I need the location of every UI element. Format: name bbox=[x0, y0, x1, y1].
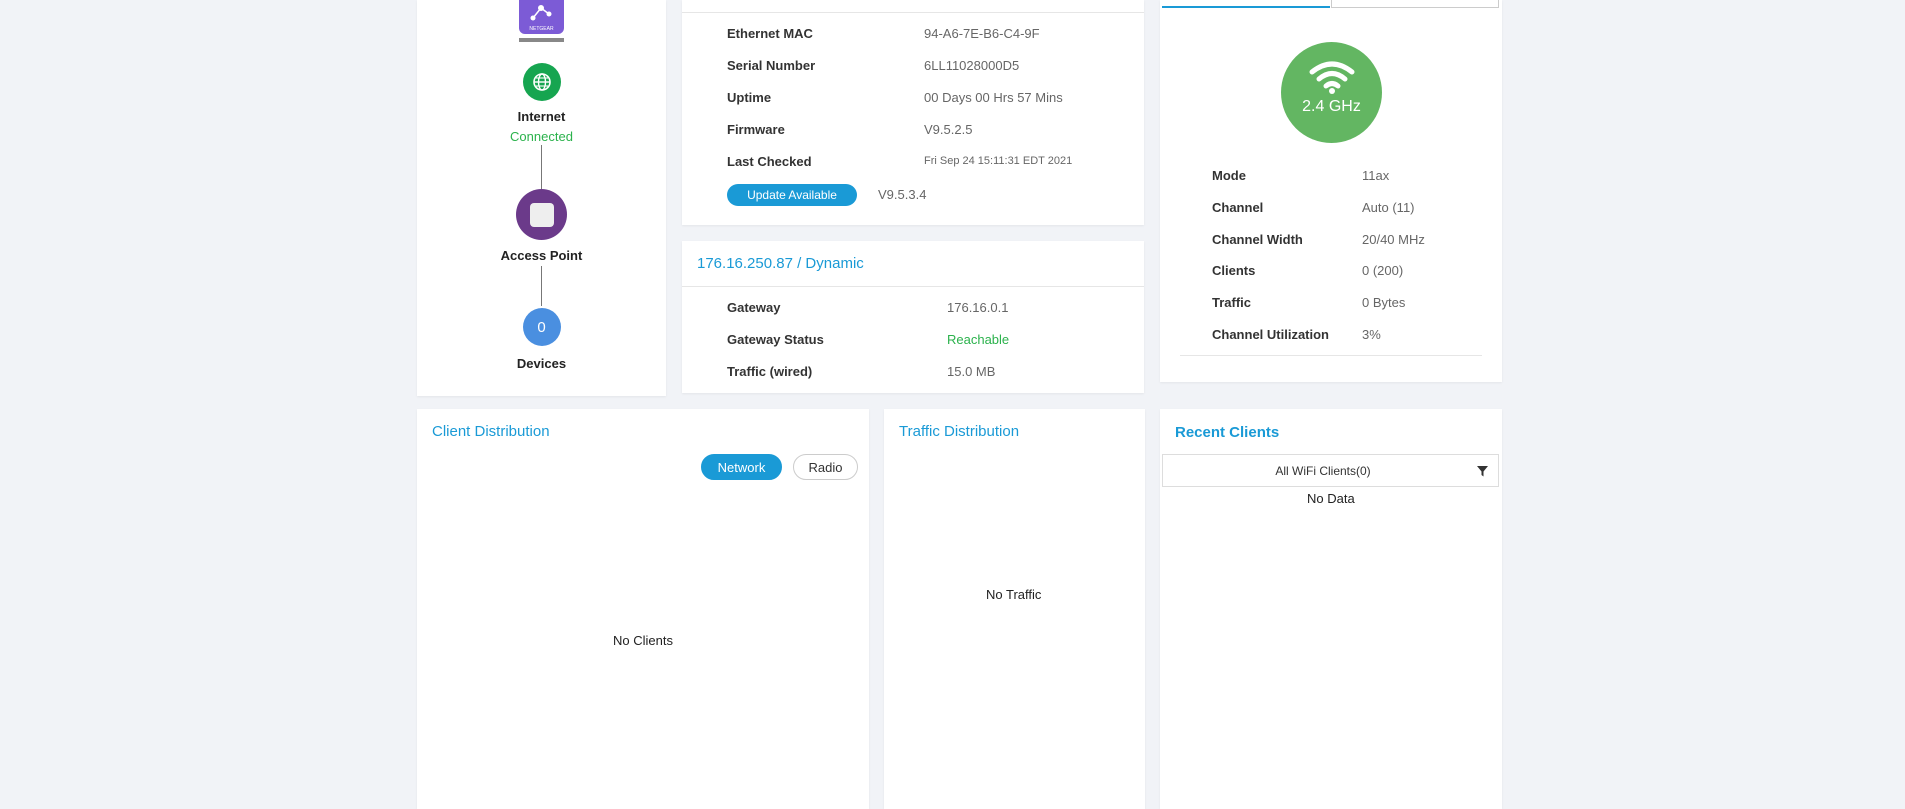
no-clients-message: No Clients bbox=[613, 633, 673, 648]
no-data-message: No Data bbox=[1307, 491, 1355, 506]
info-value: 176.16.0.1 bbox=[947, 300, 1009, 315]
network-toggle-button[interactable]: Network bbox=[701, 454, 782, 480]
info-value: 15.0 MB bbox=[947, 364, 996, 379]
info-value: 00 Days 00 Hrs 57 Mins bbox=[924, 90, 1063, 105]
info-value: 94-A6-7E-B6-C4-9F bbox=[924, 26, 1040, 41]
info-value: 6LL11028000D5 bbox=[924, 58, 1020, 73]
info-key: Ethernet MAC bbox=[727, 26, 813, 41]
client-filter-label: All WiFi Clients(0) bbox=[1275, 464, 1371, 478]
info-key: Uptime bbox=[727, 90, 772, 105]
recent-clients-title: Recent Clients bbox=[1175, 424, 1280, 441]
internet-label: Internet bbox=[517, 109, 566, 124]
radio-key: Channel Width bbox=[1212, 232, 1303, 247]
info-value: Fri Sep 24 15:11:31 EDT 2021 bbox=[924, 155, 1073, 167]
filter-icon[interactable] bbox=[1477, 466, 1488, 477]
radio-key: Channel Utilization bbox=[1212, 327, 1329, 342]
router-base bbox=[519, 38, 564, 42]
router-brand: NETGEAR bbox=[529, 26, 554, 32]
radio-value: 3% bbox=[1362, 327, 1381, 342]
radio-value: Auto (11) bbox=[1362, 200, 1415, 215]
wifi-band-badge: 2.4 GHz bbox=[1281, 42, 1382, 143]
devices-count: 0 bbox=[537, 318, 546, 336]
devices-node[interactable]: 0 Devices bbox=[417, 308, 666, 371]
access-point-label: Access Point bbox=[500, 248, 583, 263]
wifi-icon bbox=[1309, 61, 1355, 94]
internet-status: Connected bbox=[510, 129, 573, 144]
radio-key: Channel bbox=[1212, 200, 1264, 215]
connector-line bbox=[541, 145, 542, 190]
radio-card: 2.4 GHz Mode 11ax Channel Auto (11) Chan… bbox=[1160, 0, 1502, 382]
client-distribution-title: Client Distribution bbox=[432, 423, 550, 440]
topology-card: NETGEAR Internet Connected Access Point … bbox=[417, 0, 666, 396]
traffic-distribution-title: Traffic Distribution bbox=[899, 423, 1020, 440]
gateway-status-value: Reachable bbox=[947, 332, 1010, 347]
connector-line bbox=[541, 266, 542, 306]
recent-clients-card: Recent Clients All WiFi Clients(0) No Da… bbox=[1160, 409, 1502, 809]
wifi-band-label: 2.4 GHz bbox=[1302, 98, 1361, 115]
info-key: Firmware bbox=[727, 122, 785, 137]
devices-label: Devices bbox=[516, 356, 567, 371]
radio-key: Clients bbox=[1212, 263, 1256, 278]
tab-5ghz[interactable] bbox=[1331, 0, 1499, 8]
radio-value: 11ax bbox=[1362, 168, 1390, 183]
info-value: V9.5.2.5 bbox=[924, 122, 973, 137]
device-info-card: Ethernet MAC 94-A6-7E-B6-C4-9F Serial Nu… bbox=[682, 0, 1144, 225]
router-icon[interactable]: NETGEAR bbox=[519, 0, 564, 34]
client-distribution-card: Client Distribution Network Radio No Cli… bbox=[417, 409, 869, 809]
globe-icon bbox=[522, 63, 561, 101]
radio-value: 20/40 MHz bbox=[1362, 232, 1425, 247]
radio-value: 0 (200) bbox=[1362, 263, 1404, 278]
info-key: Traffic (wired) bbox=[727, 364, 813, 379]
radio-toggle-button[interactable]: Radio bbox=[793, 454, 858, 480]
tab-2-4ghz[interactable] bbox=[1162, 0, 1330, 8]
access-point-icon bbox=[516, 189, 567, 240]
access-point-node[interactable]: Access Point bbox=[417, 189, 666, 263]
info-key: Gateway Status bbox=[727, 332, 824, 347]
radio-value: 0 Bytes bbox=[1362, 295, 1406, 310]
no-traffic-message: No Traffic bbox=[986, 587, 1042, 602]
ip-info-card: 176.16.250.87 / Dynamic Gateway 176.16.0… bbox=[682, 241, 1144, 393]
info-key: Serial Number bbox=[727, 58, 816, 73]
radio-key: Traffic bbox=[1212, 295, 1252, 310]
traffic-distribution-card: Traffic Distribution No Traffic bbox=[884, 409, 1145, 809]
client-filter-dropdown[interactable]: All WiFi Clients(0) bbox=[1162, 454, 1499, 487]
devices-count-badge: 0 bbox=[522, 308, 561, 346]
update-version: V9.5.3.4 bbox=[878, 187, 927, 202]
radio-key: Mode bbox=[1212, 168, 1246, 183]
ip-title: 176.16.250.87 / Dynamic bbox=[697, 255, 864, 272]
update-available-button[interactable]: Update Available bbox=[727, 184, 857, 206]
radio-tab-bar bbox=[1162, 0, 1499, 9]
info-key: Gateway bbox=[727, 300, 781, 315]
info-key: Last Checked bbox=[727, 154, 812, 169]
internet-node[interactable]: Internet Connected bbox=[417, 63, 666, 144]
